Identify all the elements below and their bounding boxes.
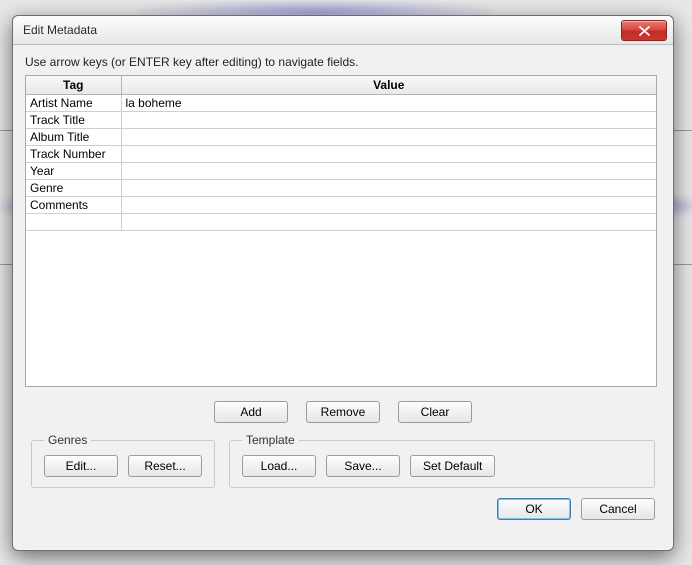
template-legend: Template [242,433,299,447]
add-button[interactable]: Add [214,401,288,423]
ok-button[interactable]: OK [497,498,571,520]
genres-legend: Genres [44,433,91,447]
tag-cell[interactable]: Year [26,163,121,180]
template-save-button[interactable]: Save... [326,455,400,477]
value-cell[interactable] [121,197,656,214]
value-cell[interactable] [121,163,656,180]
table-row[interactable]: Track Number [26,146,656,163]
close-icon [639,26,650,36]
table-row[interactable]: Track Title [26,112,656,129]
table-row[interactable]: Album Title [26,129,656,146]
tag-cell[interactable]: Track Title [26,112,121,129]
tag-cell[interactable] [26,214,121,231]
template-load-button[interactable]: Load... [242,455,316,477]
titlebar[interactable]: Edit Metadata [13,16,673,45]
genres-reset-button[interactable]: Reset... [128,455,202,477]
column-header-value[interactable]: Value [121,76,656,95]
tag-cell[interactable]: Album Title [26,129,121,146]
cancel-button[interactable]: Cancel [581,498,655,520]
table-row[interactable] [26,214,656,231]
tag-cell[interactable]: Track Number [26,146,121,163]
value-cell[interactable]: la boheme [121,95,656,112]
tag-cell[interactable]: Artist Name [26,95,121,112]
lower-groups: Genres Edit... Reset... Template Load...… [31,433,655,488]
template-group: Template Load... Save... Set Default [229,433,655,488]
close-button[interactable] [621,20,667,41]
tag-cell[interactable]: Comments [26,197,121,214]
dialog-footer: OK Cancel [25,498,661,522]
tag-cell[interactable]: Genre [26,180,121,197]
genres-edit-button[interactable]: Edit... [44,455,118,477]
template-setdefault-button[interactable]: Set Default [410,455,495,477]
row-action-buttons: Add Remove Clear [25,401,661,423]
instruction-text: Use arrow keys (or ENTER key after editi… [25,55,661,69]
table-row[interactable]: Comments [26,197,656,214]
value-cell[interactable] [121,146,656,163]
table-row[interactable]: Genre [26,180,656,197]
value-cell[interactable] [121,180,656,197]
edit-metadata-dialog: Edit Metadata Use arrow keys (or ENTER k… [12,15,674,551]
table-row[interactable]: Year [26,163,656,180]
window-title: Edit Metadata [23,23,97,37]
column-header-tag[interactable]: Tag [26,76,121,95]
value-cell[interactable] [121,129,656,146]
value-cell[interactable] [121,112,656,129]
remove-button[interactable]: Remove [306,401,380,423]
clear-button[interactable]: Clear [398,401,472,423]
metadata-grid[interactable]: Tag Value Artist Name la boheme Track Ti… [25,75,657,387]
value-cell[interactable] [121,214,656,231]
table-row[interactable]: Artist Name la boheme [26,95,656,112]
dialog-client-area: Use arrow keys (or ENTER key after editi… [13,45,673,550]
genres-group: Genres Edit... Reset... [31,433,215,488]
